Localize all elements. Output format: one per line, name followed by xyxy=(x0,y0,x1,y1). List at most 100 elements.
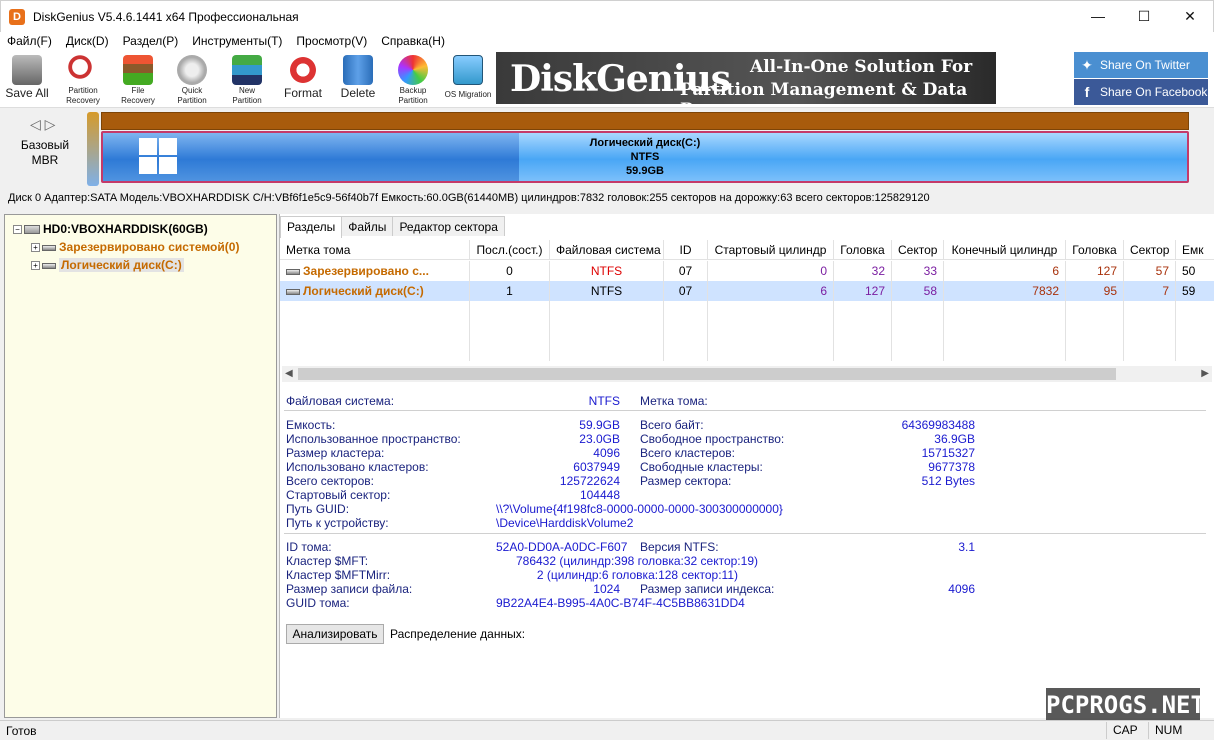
partition-block-label: Логический диск(C:) NTFS 59.9GB xyxy=(103,136,1187,178)
tree-item-logical-c[interactable]: + Логический диск(C:) xyxy=(31,258,184,272)
col-capacity[interactable]: Емк xyxy=(1176,240,1214,260)
detail-mftmirr-value: 2 (цилиндр:6 головка:128 сектор:11) xyxy=(536,568,738,582)
disk-nav-arrows[interactable]: ◁ ▷ xyxy=(30,116,55,133)
col-start-head[interactable]: Головка xyxy=(834,240,892,260)
detail-free-label: Свободное пространство: xyxy=(640,432,785,446)
tab-sector-editor[interactable]: Редактор сектора xyxy=(392,216,505,236)
cell-volume-label: Зарезервировано с... xyxy=(280,261,470,281)
col-start-sector[interactable]: Сектор xyxy=(892,240,944,260)
tab-files[interactable]: Файлы xyxy=(341,216,394,236)
detail-total-sectors-value: 125722624 xyxy=(559,474,620,488)
table-row[interactable]: Зарезервировано с... 0 NTFS 07 0 32 33 6… xyxy=(280,261,1214,281)
detail-total-clusters-value: 15715327 xyxy=(921,446,975,460)
cell-filesystem: NTFS xyxy=(550,261,664,281)
file-recovery-label-1: File xyxy=(131,86,145,95)
detail-cluster-size-label: Размер кластера: xyxy=(286,446,385,460)
quick-partition-button[interactable]: Quick Partition xyxy=(165,53,219,105)
partition-block-name: Логический диск(C:) xyxy=(589,137,701,149)
analyze-button[interactable]: Анализировать xyxy=(286,624,384,644)
menu-disk[interactable]: Диск(D) xyxy=(59,32,116,50)
partition-recovery-label-1: Partition xyxy=(68,86,98,95)
expand-icon[interactable]: + xyxy=(31,243,40,253)
reserved-partition-strip[interactable] xyxy=(87,112,99,186)
horizontal-scrollbar[interactable]: ◀ ▶ xyxy=(282,366,1212,382)
close-button[interactable]: ✕ xyxy=(1167,1,1213,31)
expand-icon[interactable]: + xyxy=(31,261,40,271)
scroll-left-icon[interactable]: ◀ xyxy=(285,366,293,382)
cell-seq: 0 xyxy=(470,261,550,281)
cell-start-head: 32 xyxy=(834,261,892,281)
delete-button[interactable]: Delete xyxy=(331,53,385,105)
scrollbar-thumb[interactable] xyxy=(298,368,1116,380)
scroll-right-icon[interactable]: ▶ xyxy=(1201,366,1209,382)
col-id[interactable]: ID xyxy=(664,240,708,260)
cell-end-head: 127 xyxy=(1066,261,1124,281)
promo-banner[interactable]: DiskGenius All-In-One Solution For Parti… xyxy=(496,52,996,104)
save-all-button[interactable]: Save All xyxy=(0,53,54,105)
partition-block-c[interactable]: Логический диск(C:) NTFS 59.9GB xyxy=(101,131,1189,183)
cell-filesystem: NTFS xyxy=(550,281,664,301)
partition-details: Файловая система: NTFS Метка тома: Емкос… xyxy=(280,384,1214,718)
col-start-cyl[interactable]: Стартовый цилиндр xyxy=(708,240,834,260)
cell-seq: 1 xyxy=(470,281,550,301)
cell-start-sector: 58 xyxy=(892,281,944,301)
col-end-cyl[interactable]: Конечный цилиндр xyxy=(944,240,1066,260)
cell-volume-label: Логический диск(C:) xyxy=(280,281,470,301)
detail-start-sector-value: 104448 xyxy=(579,488,620,502)
os-migration-button[interactable]: OS Migration xyxy=(441,53,495,105)
detail-volume-label: Метка тома: xyxy=(640,394,708,408)
minimize-button[interactable]: — xyxy=(1075,1,1121,31)
new-partition-icon xyxy=(232,55,262,85)
col-end-sector[interactable]: Сектор xyxy=(1124,240,1176,260)
col-volume-label[interactable]: Метка тома xyxy=(280,240,470,260)
tree-item-disk[interactable]: − HD0:VBOXHARDDISK(60GB) xyxy=(13,222,208,236)
detail-used-clusters-value: 6037949 xyxy=(573,460,620,474)
status-bar: Готов CAP NUM xyxy=(0,720,1214,740)
file-recovery-icon xyxy=(123,55,153,85)
tree-logical-c-label: Логический диск(C:) xyxy=(59,258,184,272)
disk-type-line-1: Базовый xyxy=(20,138,70,152)
menu-partition[interactable]: Раздел(P) xyxy=(116,32,186,50)
watermark: PCPROGS.NET xyxy=(1046,688,1205,722)
cell-end-sector: 57 xyxy=(1124,261,1176,281)
format-button[interactable]: Format xyxy=(276,53,330,105)
table-row-selected[interactable]: Логический диск(C:) 1 NTFS 07 6 127 58 7… xyxy=(280,281,1214,301)
menu-help[interactable]: Справка(H) xyxy=(374,32,452,50)
detail-free-clusters-label: Свободные кластеры: xyxy=(640,460,763,474)
backup-partition-button[interactable]: Backup Partition xyxy=(386,53,440,105)
share-twitter-button[interactable]: ✦ Share On Twitter xyxy=(1074,52,1208,78)
partition-recovery-label-2: Recovery xyxy=(66,96,100,105)
file-recovery-button[interactable]: File Recovery xyxy=(111,53,165,105)
collapse-icon[interactable]: − xyxy=(13,225,22,235)
new-partition-label-2: Partition xyxy=(232,96,262,105)
cell-capacity: 50 xyxy=(1176,261,1214,281)
disk-type-line-2: MBR xyxy=(31,153,59,167)
detail-guid-path-value: \\?\Volume{4f198fc8-0000-0000-0000-30030… xyxy=(496,502,783,516)
status-cap: CAP xyxy=(1106,722,1144,739)
col-end-head[interactable]: Головка xyxy=(1066,240,1124,260)
menu-tools[interactable]: Инструменты(T) xyxy=(185,32,289,50)
format-label: Format xyxy=(283,86,322,100)
col-filesystem[interactable]: Файловая система xyxy=(550,240,664,260)
disk-tree: − HD0:VBOXHARDDISK(60GB) + Зарезервировано… xyxy=(4,214,277,718)
detail-fs-value: NTFS xyxy=(588,394,620,408)
quick-partition-label-2: Partition xyxy=(177,96,207,105)
data-distribution-label: Распределение данных: xyxy=(390,627,526,641)
partition-recovery-button[interactable]: Partition Recovery xyxy=(56,53,110,105)
col-seq[interactable]: Посл.(сост.) xyxy=(470,240,550,260)
cell-id: 07 xyxy=(664,261,708,281)
menu-bar: Файл(F) Диск(D) Раздел(P) Инструменты(T)… xyxy=(0,32,1214,50)
cell-end-head: 95 xyxy=(1066,281,1124,301)
quick-partition-label-1: Quick xyxy=(181,86,203,95)
share-facebook-button[interactable]: f Share On Facebook xyxy=(1074,79,1208,105)
share-twitter-label: Share On Twitter xyxy=(1100,58,1190,72)
new-partition-button[interactable]: New Partition xyxy=(220,53,274,105)
tree-reserved-label: Зарезервировано системой(0) xyxy=(59,240,240,254)
tab-partitions[interactable]: Разделы xyxy=(280,216,343,238)
menu-file[interactable]: Файл(F) xyxy=(0,32,59,50)
detail-volume-id-label: ID тома: xyxy=(286,540,332,554)
menu-view[interactable]: Просмотр(V) xyxy=(289,32,374,50)
detail-ntfs-version-value: 3.1 xyxy=(958,540,975,554)
tree-item-reserved[interactable]: + Зарезервировано системой(0) xyxy=(31,240,239,254)
maximize-button[interactable]: ☐ xyxy=(1121,1,1167,31)
